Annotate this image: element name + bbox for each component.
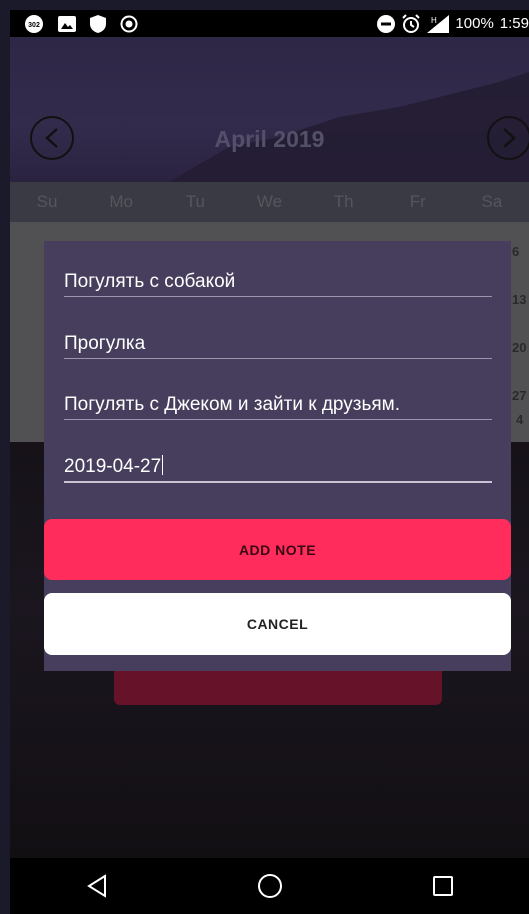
note-description-input[interactable]: Погулять с Джеком и зайти к друзьям. — [64, 394, 492, 420]
battery-level: 100% — [455, 15, 494, 32]
calendar-day[interactable]: 20 — [512, 340, 526, 355]
signal-icon: H — [427, 14, 450, 33]
calendar-day[interactable]: 27 — [512, 388, 526, 403]
add-note-button[interactable]: ADD NOTE — [44, 519, 511, 580]
weekday-label: Fr — [409, 192, 426, 211]
month-navigation: April 2019 — [10, 112, 529, 172]
home-icon[interactable] — [240, 866, 300, 906]
notification-302-icon: 302 — [24, 14, 44, 34]
do-not-disturb-icon — [377, 14, 396, 33]
weekday-label: We — [256, 192, 283, 211]
cancel-button[interactable]: CANCEL — [44, 593, 511, 655]
month-title: April 2019 — [214, 126, 325, 152]
weekday-header: Su Mo Tu We Th Fr Sa — [10, 182, 529, 222]
app-screen: 302 H 100% 1:59 April 2019 Su Mo Tu We T… — [0, 0, 529, 914]
note-title-input[interactable]: Погулять с собакой — [64, 271, 492, 297]
image-icon — [58, 15, 76, 32]
calendar-day[interactable]: 6 — [512, 244, 519, 259]
text-caret — [162, 455, 164, 475]
weekday-label: Su — [36, 192, 58, 211]
note-date-value: 2019-04-27 — [64, 456, 162, 477]
weekday-label: Tu — [185, 192, 205, 211]
alarm-icon — [401, 13, 421, 34]
shield-icon — [90, 14, 106, 33]
status-bar: 302 H 100% 1:59 — [10, 10, 529, 37]
calendar-day[interactable]: 13 — [512, 292, 526, 307]
calendar-day[interactable]: 4 — [516, 412, 523, 427]
chevron-right-icon[interactable] — [487, 116, 529, 160]
weekday-label: Th — [333, 192, 354, 211]
back-icon[interactable] — [67, 866, 127, 906]
svg-text:302: 302 — [28, 22, 40, 29]
weekday-label: Sa — [481, 192, 503, 211]
recents-icon[interactable] — [413, 866, 473, 906]
weekday-label: Mo — [109, 192, 134, 211]
note-date-input[interactable]: 2019-04-27 — [64, 455, 492, 483]
note-category-input[interactable]: Прогулка — [64, 333, 492, 359]
record-icon — [120, 15, 138, 33]
add-note-dialog: Погулять с собакой Прогулка Погулять с Д… — [44, 241, 511, 671]
svg-text:H: H — [431, 16, 437, 25]
system-nav-bar — [10, 858, 529, 914]
clock: 1:59 — [499, 15, 529, 32]
